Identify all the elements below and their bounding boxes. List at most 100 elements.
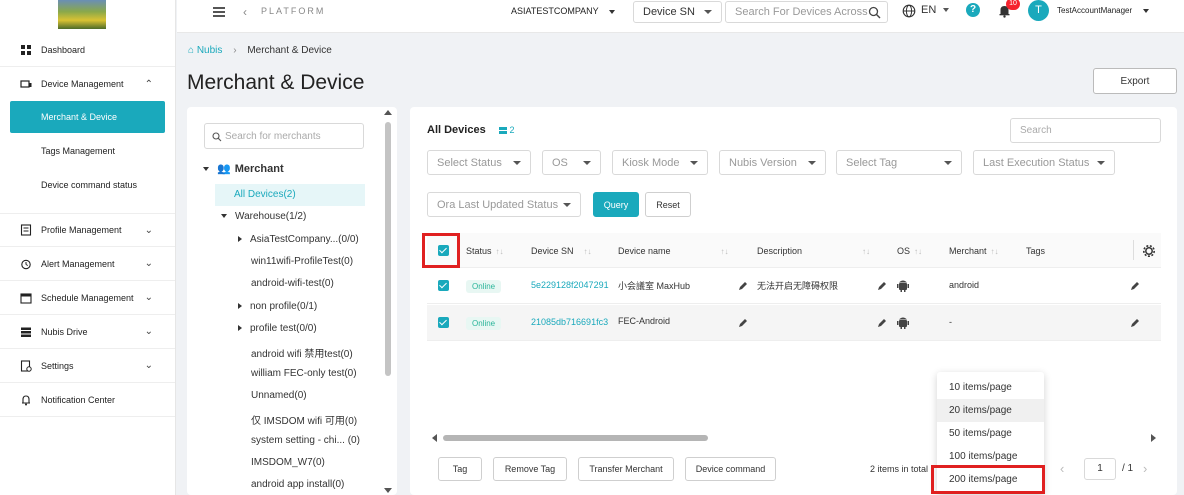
user-menu[interactable]: TestAccountManager — [1057, 6, 1150, 15]
last-execution-filter-select[interactable]: Last Execution Status — [973, 150, 1115, 175]
tree-item-warehouse[interactable]: Warehouse(1/2) — [221, 211, 306, 222]
column-header-status[interactable]: Status ↑↓ — [466, 246, 504, 256]
sidebar-item-nubis-drive[interactable]: Nubis Drive ⌄ — [0, 315, 175, 349]
query-button[interactable]: Query — [593, 192, 639, 217]
tree-item[interactable]: AsiaTestCompany...(0/0) — [238, 234, 359, 245]
column-header-device-sn[interactable]: Device SN ↑↓ — [531, 246, 592, 256]
tree-root-merchant[interactable]: 👥 Merchant — [203, 162, 284, 175]
reset-button[interactable]: Reset — [645, 192, 691, 217]
sidebar-item-settings[interactable]: Settings ⌄ — [0, 349, 175, 383]
sidebar-item-device-command-status[interactable]: Device command status — [10, 169, 165, 201]
tree-item[interactable]: IMSDOM_W7(0) — [251, 457, 325, 468]
sort-icon: ↑↓ — [495, 247, 504, 256]
back-chevron-icon[interactable]: ‹ — [243, 5, 247, 19]
column-header-description[interactable]: Description ↑↓ — [757, 246, 870, 256]
search-type-select[interactable]: Device SN — [633, 1, 722, 23]
tree-item[interactable]: system setting - chi... (0) — [251, 435, 360, 446]
bell-icon — [20, 394, 32, 406]
edit-description-pencil-icon[interactable] — [877, 318, 887, 328]
tree-item[interactable]: profile test(0/0) — [238, 323, 317, 334]
tree-item[interactable]: 仅 IMSDOM wifi 可用(0) — [251, 412, 357, 427]
sidebar-item-dashboard[interactable]: Dashboard — [0, 33, 175, 67]
sort-icon: ↑↓ — [862, 247, 871, 256]
scroll-up-arrow[interactable] — [384, 110, 392, 115]
row-checkbox[interactable] — [438, 280, 449, 291]
global-search-input[interactable]: Search For Devices Across — [725, 1, 888, 23]
device-count: 2 — [499, 125, 515, 135]
tag-button[interactable]: Tag — [438, 457, 482, 481]
sidebar-item-schedule-management[interactable]: Schedule Management ⌄ — [0, 281, 175, 315]
transfer-merchant-button[interactable]: Transfer Merchant — [578, 457, 674, 481]
drive-icon — [20, 326, 32, 338]
globe-icon[interactable] — [902, 4, 916, 18]
edit-name-pencil-icon[interactable] — [738, 318, 748, 328]
sort-icon: ↑↓ — [720, 247, 729, 256]
tree-scrollbar-thumb[interactable] — [385, 122, 391, 376]
device-sn-link[interactable]: 21085db716691fc3 — [531, 317, 608, 327]
avatar[interactable]: T — [1028, 0, 1049, 21]
breadcrumb-root[interactable]: Nubis — [197, 45, 223, 56]
chevron-down-icon: ⌄ — [144, 224, 153, 236]
merchant-search-input[interactable]: Search for merchants — [204, 123, 364, 149]
device-command-button[interactable]: Device command — [685, 457, 776, 481]
scroll-right-arrow[interactable] — [1151, 434, 1156, 442]
export-button[interactable]: Export — [1093, 68, 1177, 94]
column-settings-gear-icon[interactable] — [1143, 245, 1155, 257]
status-filter-select[interactable]: Select Status — [427, 150, 531, 175]
tree-item[interactable]: non profile(0/1) — [238, 301, 317, 312]
nubis-version-filter-select[interactable]: Nubis Version — [719, 150, 826, 175]
page-size-option[interactable]: 20 items/page — [937, 399, 1044, 422]
scroll-down-arrow[interactable] — [384, 488, 392, 493]
caret-down-icon — [1143, 8, 1150, 13]
page-size-option[interactable]: 10 items/page — [937, 376, 1044, 399]
device-search-input[interactable]: Search — [1010, 118, 1161, 143]
platform-label: PLATFORM — [261, 6, 326, 16]
page-number-input[interactable]: 1 — [1084, 458, 1116, 480]
device-sn-link[interactable]: 5e229128f2047291 — [531, 280, 609, 290]
device-description: 无法开启无障碍权限 — [757, 281, 839, 291]
row-checkbox[interactable] — [438, 317, 449, 328]
column-header-tags[interactable]: Tags — [1026, 246, 1045, 256]
column-header-device-name[interactable]: Device name ↑↓ — [618, 246, 729, 256]
sidebar-item-alert-management[interactable]: Alert Management ⌄ — [0, 247, 175, 281]
column-header-os[interactable]: OS ↑↓ — [897, 246, 922, 256]
edit-tags-pencil-icon[interactable] — [1130, 281, 1140, 291]
tree-item[interactable]: android app install(0) — [251, 479, 344, 490]
remove-tag-button[interactable]: Remove Tag — [493, 457, 567, 481]
select-all-checkbox[interactable] — [438, 245, 449, 256]
tree-item-all-devices[interactable]: All Devices(2) — [234, 189, 296, 200]
os-filter-select[interactable]: OS — [542, 150, 601, 175]
home-icon[interactable]: ⌂ — [188, 45, 194, 56]
page-size-option[interactable]: 50 items/page — [937, 422, 1044, 445]
sidebar-item-merchant-device[interactable]: Merchant & Device — [10, 101, 165, 133]
tree-item[interactable]: Unnamed(0) — [251, 390, 307, 401]
sidebar-item-profile-management[interactable]: Profile Management ⌄ — [0, 213, 175, 247]
tree-item[interactable]: william FEC-only test(0) — [251, 368, 357, 379]
page-size-option-highlight — [931, 465, 1045, 494]
scroll-left-arrow[interactable] — [432, 434, 437, 442]
device-icon — [20, 78, 32, 90]
tree-item[interactable]: android-wifi-test(0) — [251, 278, 334, 289]
edit-description-pencil-icon[interactable] — [877, 281, 887, 291]
prev-page-chevron-icon[interactable]: ‹ — [1060, 461, 1064, 476]
column-header-merchant[interactable]: Merchant ↑↓ — [949, 246, 999, 256]
help-icon[interactable]: ? — [966, 3, 980, 17]
next-page-chevron-icon[interactable]: › — [1143, 461, 1147, 476]
status-badge: Online — [466, 317, 502, 330]
tree-item[interactable]: android wifi 禁用test(0) — [251, 345, 353, 360]
edit-name-pencil-icon[interactable] — [738, 281, 748, 291]
sidebar-item-tags-management[interactable]: Tags Management — [10, 135, 165, 167]
menu-icon[interactable] — [213, 7, 225, 17]
language-selector[interactable]: EN — [921, 4, 950, 16]
sidebar-item-device-management[interactable]: Device Management ⌃ — [0, 67, 175, 101]
breadcrumb-current: Merchant & Device — [247, 45, 332, 56]
table-horizontal-scrollbar-thumb[interactable] — [443, 435, 708, 441]
kiosk-filter-select[interactable]: Kiosk Mode — [612, 150, 708, 175]
search-icon[interactable] — [868, 6, 881, 19]
sidebar-item-notification-center[interactable]: Notification Center — [0, 383, 175, 417]
tree-item[interactable]: win11wifi-ProfileTest(0) — [251, 256, 353, 267]
company-selector[interactable]: ASIATESTCOMPANY — [511, 6, 616, 16]
ora-status-filter-select[interactable]: Ora Last Updated Status — [427, 192, 581, 217]
edit-tags-pencil-icon[interactable] — [1130, 318, 1140, 328]
tag-filter-select[interactable]: Select Tag — [836, 150, 962, 175]
